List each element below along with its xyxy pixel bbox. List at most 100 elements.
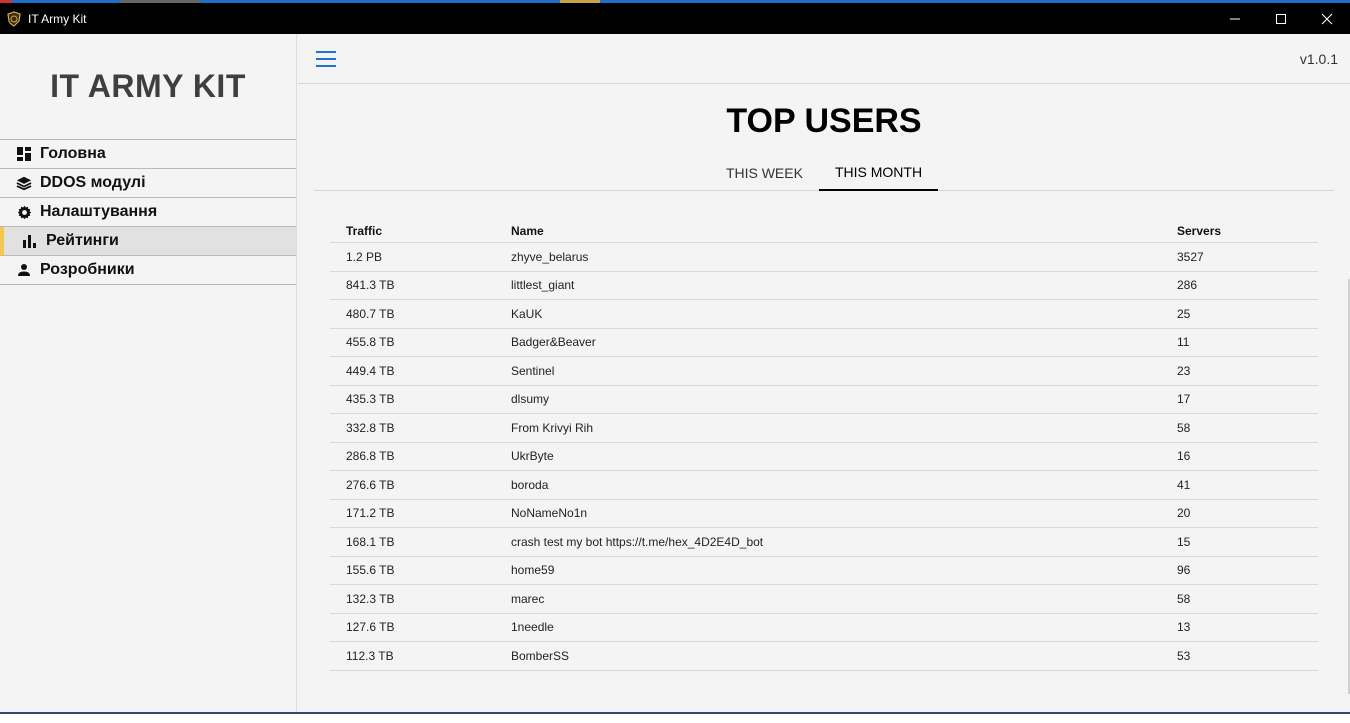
- sidebar-item-label: Налаштування: [40, 203, 158, 220]
- cell-traffic: 276.6 TB: [346, 477, 395, 492]
- cell-servers: 20: [1177, 506, 1191, 521]
- gear-icon: [16, 204, 32, 220]
- table-row[interactable]: 449.4 TB Sentinel 23: [330, 357, 1318, 386]
- cell-servers: 96: [1177, 563, 1191, 578]
- table-row[interactable]: 112.3 TB BomberSS 53: [330, 642, 1318, 671]
- column-header-traffic[interactable]: Traffic: [330, 224, 511, 238]
- table-header-row: Traffic Name Servers: [330, 219, 1318, 243]
- main-content: v1.0.1 TOP USERS THIS WEEK THIS MONTH Tr…: [298, 34, 1350, 713]
- minimize-button[interactable]: [1212, 3, 1258, 34]
- cell-name: UkrByte: [511, 449, 554, 464]
- sidebar: IT ARMY KIT Головна DDOS модулі Налаштув…: [0, 34, 297, 713]
- dashboard-icon: [16, 146, 32, 162]
- version-label: v1.0.1: [1299, 50, 1338, 67]
- sidebar-item-settings[interactable]: Налаштування: [0, 198, 296, 227]
- desktop-bottom: [0, 714, 1350, 723]
- top-app-bar: v1.0.1: [298, 34, 1350, 84]
- top-users-table: Traffic Name Servers 1.2 PB zhyve_belarus…: [330, 219, 1318, 671]
- minimize-icon: [1230, 18, 1240, 19]
- cell-traffic: 168.1 TB: [346, 534, 395, 549]
- person-icon: [16, 262, 32, 278]
- sidebar-item-home[interactable]: Головна: [0, 140, 296, 169]
- cell-traffic: 132.3 TB: [346, 591, 395, 606]
- cell-name: NoNameNo1n: [511, 506, 588, 521]
- hamburger-menu-button[interactable]: [316, 50, 336, 67]
- cell-servers: 25: [1177, 306, 1191, 321]
- cell-name: boroda: [511, 477, 549, 492]
- tab-this-month[interactable]: THIS MONTH: [818, 155, 939, 191]
- cell-name: marec: [511, 591, 545, 606]
- cell-servers: 53: [1177, 648, 1191, 663]
- cell-servers: 58: [1177, 420, 1191, 435]
- sidebar-item-developers[interactable]: Розробники: [0, 256, 296, 285]
- cell-name: littlest_giant: [511, 278, 575, 293]
- app-shield-icon: [7, 10, 21, 27]
- cell-traffic: 449.4 TB: [346, 363, 395, 378]
- period-tabs: THIS WEEK THIS MONTH: [314, 155, 1334, 191]
- cell-name: From Krivyi Rih: [511, 420, 594, 435]
- cell-traffic: 435.3 TB: [346, 392, 395, 407]
- cell-servers: 17: [1177, 392, 1191, 407]
- hamburger-icon-line: [316, 64, 336, 67]
- sidebar-item-label: Головна: [40, 145, 106, 162]
- cell-name: crash test my bot https://t.me/hex_4D2E4…: [511, 534, 764, 549]
- cell-traffic: 480.7 TB: [346, 306, 395, 321]
- table-row[interactable]: 168.1 TB crash test my bot https://t.me/h…: [330, 528, 1318, 557]
- hamburger-icon-line: [316, 57, 336, 60]
- cell-name: BomberSS: [511, 648, 570, 663]
- column-header-name[interactable]: Name: [511, 224, 1177, 238]
- cell-servers: 16: [1177, 449, 1191, 464]
- table-row[interactable]: 332.8 TB From Krivyi Rih 58: [330, 414, 1318, 443]
- cell-servers: 41: [1177, 477, 1191, 492]
- cell-name: 1needle: [511, 620, 554, 635]
- cell-traffic: 155.6 TB: [346, 563, 395, 578]
- sidebar-item-label: DDOS модулі: [40, 174, 146, 191]
- column-header-servers[interactable]: Servers: [1177, 224, 1318, 238]
- table-row[interactable]: 127.6 TB 1needle 13: [330, 614, 1318, 642]
- table-row[interactable]: 1.2 PB zhyve_belarus 3527: [330, 243, 1318, 272]
- layers-icon: [16, 175, 32, 191]
- cell-traffic: 841.3 TB: [346, 278, 395, 293]
- cell-name: home59: [511, 563, 555, 578]
- close-button[interactable]: [1304, 3, 1350, 34]
- table-row[interactable]: 841.3 TB littlest_giant 286: [330, 272, 1318, 300]
- cell-traffic: 112.3 TB: [346, 648, 394, 663]
- cell-servers: 58: [1177, 591, 1191, 606]
- cell-name: zhyve_belarus: [511, 249, 589, 264]
- cell-traffic: 1.2 PB: [346, 249, 383, 264]
- page-title: TOP USERS: [726, 102, 922, 140]
- table-row[interactable]: 286.8 TB UkrByte 16: [330, 443, 1318, 471]
- cell-traffic: 286.8 TB: [346, 449, 395, 464]
- window-title: IT Army Kit: [28, 11, 87, 26]
- table-row[interactable]: 276.6 TB boroda 41: [330, 471, 1318, 500]
- sidebar-nav: Головна DDOS модулі Налаштування Рейтинг…: [0, 139, 296, 285]
- cell-servers: 23: [1177, 363, 1191, 378]
- cell-servers: 15: [1177, 534, 1191, 549]
- cell-servers: 11: [1177, 335, 1190, 350]
- window-titlebar: IT Army Kit: [0, 3, 1350, 34]
- cell-name: Badger&Beaver: [511, 335, 596, 350]
- brand-logo-text: IT ARMY KIT: [50, 68, 246, 104]
- table-row[interactable]: 155.6 TB home59 96: [330, 557, 1318, 585]
- table-row[interactable]: 480.7 TB KaUK 25: [330, 300, 1318, 329]
- cell-servers: 286: [1177, 278, 1198, 293]
- cell-traffic: 332.8 TB: [346, 420, 395, 435]
- sidebar-item-ratings[interactable]: Рейтинги: [0, 227, 296, 256]
- maximize-icon: [1276, 13, 1286, 24]
- table-row[interactable]: 435.3 TB dlsumy 17: [330, 386, 1318, 414]
- tab-this-week[interactable]: THIS WEEK: [710, 155, 819, 191]
- sidebar-item-ddos-modules[interactable]: DDOS модулі: [0, 169, 296, 198]
- cell-name: KaUK: [511, 306, 543, 321]
- table-row[interactable]: 455.8 TB Badger&Beaver 11: [330, 329, 1318, 357]
- hamburger-icon-line: [316, 50, 336, 53]
- cell-servers: 3527: [1177, 249, 1204, 264]
- close-icon: [1321, 13, 1333, 24]
- cell-servers: 13: [1177, 620, 1191, 635]
- cell-name: Sentinel: [511, 363, 555, 378]
- table-row[interactable]: 171.2 TB NoNameNo1n 20: [330, 500, 1318, 528]
- maximize-button[interactable]: [1258, 3, 1304, 34]
- table-row[interactable]: 132.3 TB marec 58: [330, 585, 1318, 614]
- cell-traffic: 127.6 TB: [346, 620, 395, 635]
- cell-traffic: 455.8 TB: [346, 335, 395, 350]
- sidebar-item-label: Рейтинги: [46, 232, 119, 249]
